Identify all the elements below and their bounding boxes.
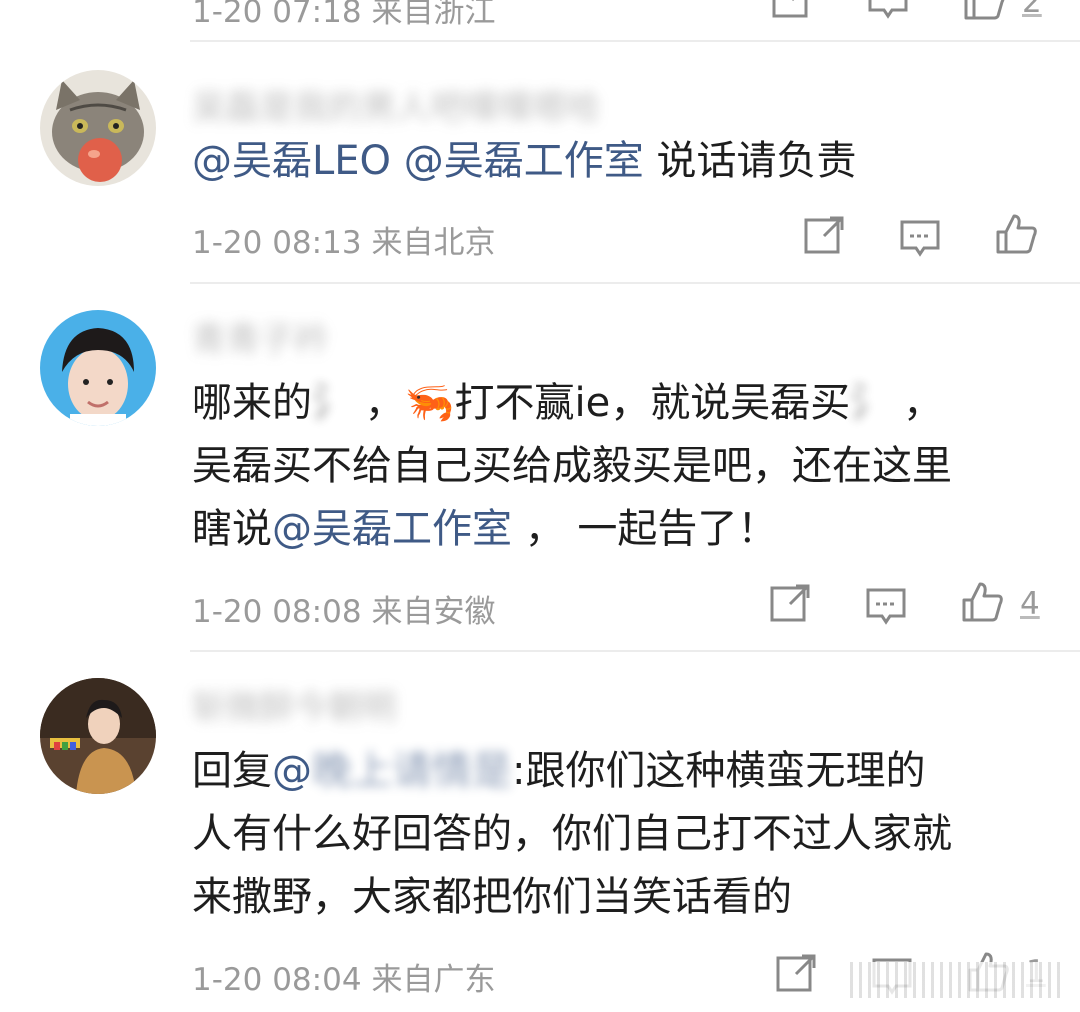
mention-link[interactable]: @: [272, 748, 312, 794]
username[interactable]: 斩微醉今朝明: [192, 680, 396, 728]
comment-icon[interactable]: [864, 584, 908, 628]
watermark: [850, 962, 1060, 998]
comment-item: 斩微醉今朝明 回复@晚上请情是:跟你们这种横蛮无理的人有什么好回答的，你们自己打…: [0, 652, 1080, 1012]
like-icon[interactable]: [994, 212, 1038, 256]
text-segment: ，: [890, 380, 943, 426]
comment-line: 回复@晚上请情是:跟你们这种横蛮无理的: [192, 740, 1052, 803]
comment-line: 哪来的氵 ，🦐打不赢ie，就说吴磊买氵 ，: [192, 372, 1052, 435]
text-segment: 打不赢ie，就说吴磊买: [454, 380, 851, 426]
censored-text: 氵: [312, 380, 352, 426]
text-segment: [391, 138, 404, 184]
text-segment: 说话请负责: [643, 138, 857, 184]
text-segment: 回复: [192, 748, 272, 794]
comment-location: 来自安徽: [371, 594, 496, 630]
comment-meta: 1-20 08:04 来自广东: [192, 954, 496, 999]
comment-text: 哪来的氵 ，🦐打不赢ie，就说吴磊买氵 ，吴磊买不给自己买给成毅买是吧，还在这里…: [192, 372, 1052, 561]
like-icon[interactable]: [962, 0, 1006, 22]
share-icon[interactable]: [774, 952, 818, 996]
comment-icon[interactable]: [866, 0, 910, 22]
avatar[interactable]: [40, 310, 156, 426]
censored-text: 氵: [850, 380, 891, 426]
text-segment: 吴磊买不给自己买给成毅买是吧，还在这里: [192, 443, 952, 489]
share-icon[interactable]: [802, 214, 846, 258]
comment-item: 吴磊是我的男人吧噗噗嗯哈 @吴磊LEO @吴磊工作室 说话请负责 1-20 08…: [0, 42, 1080, 282]
comment-meta: 1-20 07:18 来自浙江: [192, 0, 496, 31]
mention-link[interactable]: @吴磊工作室: [404, 138, 644, 184]
comment-meta: 1-20 08:13 来自北京: [192, 217, 496, 262]
comment-line: 人有什么好回答的，你们自己打不过人家就: [192, 803, 1052, 866]
comment-line: 来撒野，大家都把你们当笑话看的: [192, 866, 1052, 929]
text-segment: 瞎说: [192, 506, 272, 552]
text-segment: 来撒野，大家都把你们当笑话看的: [192, 874, 792, 920]
username[interactable]: 青青子衿: [192, 312, 328, 360]
share-icon[interactable]: [770, 0, 814, 22]
text-segment: 哪来的: [192, 380, 312, 426]
comment-meta: 1-20 08:08 来自安徽: [192, 586, 496, 631]
comment-item: 青青子衿 哪来的氵 ，🦐打不赢ie，就说吴磊买氵 ，吴磊买不给自己买给成毅买是吧…: [0, 284, 1080, 650]
comment-text: 回复@晚上请情是:跟你们这种横蛮无理的人有什么好回答的，你们自己打不过人家就 来撒…: [192, 740, 1052, 929]
comment-text: @吴磊LEO @吴磊工作室 说话请负责: [192, 130, 1052, 193]
text-segment: ，: [352, 380, 405, 426]
text-segment: ， 一起告了！: [512, 506, 778, 552]
shrimp-emoji: 🦐: [404, 380, 455, 426]
like-count: 4: [1020, 586, 1040, 622]
avatar[interactable]: [40, 678, 156, 794]
comment-line: 瞎说@吴磊工作室 ， 一起告了！: [192, 498, 1052, 561]
like-icon[interactable]: [960, 580, 1004, 624]
like-count: 2: [1022, 0, 1042, 20]
comment-time: 1-20 08:08: [192, 594, 362, 630]
comment-location: 来自北京: [371, 225, 496, 261]
text-segment: :跟你们这种横蛮无理的: [512, 748, 926, 794]
comment-time: 1-20 07:18: [192, 0, 362, 30]
username[interactable]: 吴磊是我的男人吧噗噗嗯哈: [192, 80, 600, 128]
comment-location: 来自广东: [371, 962, 496, 998]
mention-link[interactable]: @吴磊LEO: [192, 138, 391, 184]
comment-time: 1-20 08:13: [192, 225, 362, 261]
comment-line: 吴磊买不给自己买给成毅买是吧，还在这里: [192, 435, 1052, 498]
comment-partial-top: 1-20 07:18 来自浙江 2: [0, 0, 1080, 40]
mention-link[interactable]: 晚上请情是: [312, 748, 512, 794]
comment-location: 来自浙江: [371, 0, 496, 30]
comment-time: 1-20 08:04: [192, 962, 362, 998]
mention-link[interactable]: @吴磊工作室: [272, 506, 512, 552]
share-icon[interactable]: [768, 582, 812, 626]
text-segment: 人有什么好回答的，你们自己打不过人家就: [192, 811, 952, 857]
comment-icon[interactable]: [898, 216, 942, 260]
avatar[interactable]: [40, 70, 156, 186]
